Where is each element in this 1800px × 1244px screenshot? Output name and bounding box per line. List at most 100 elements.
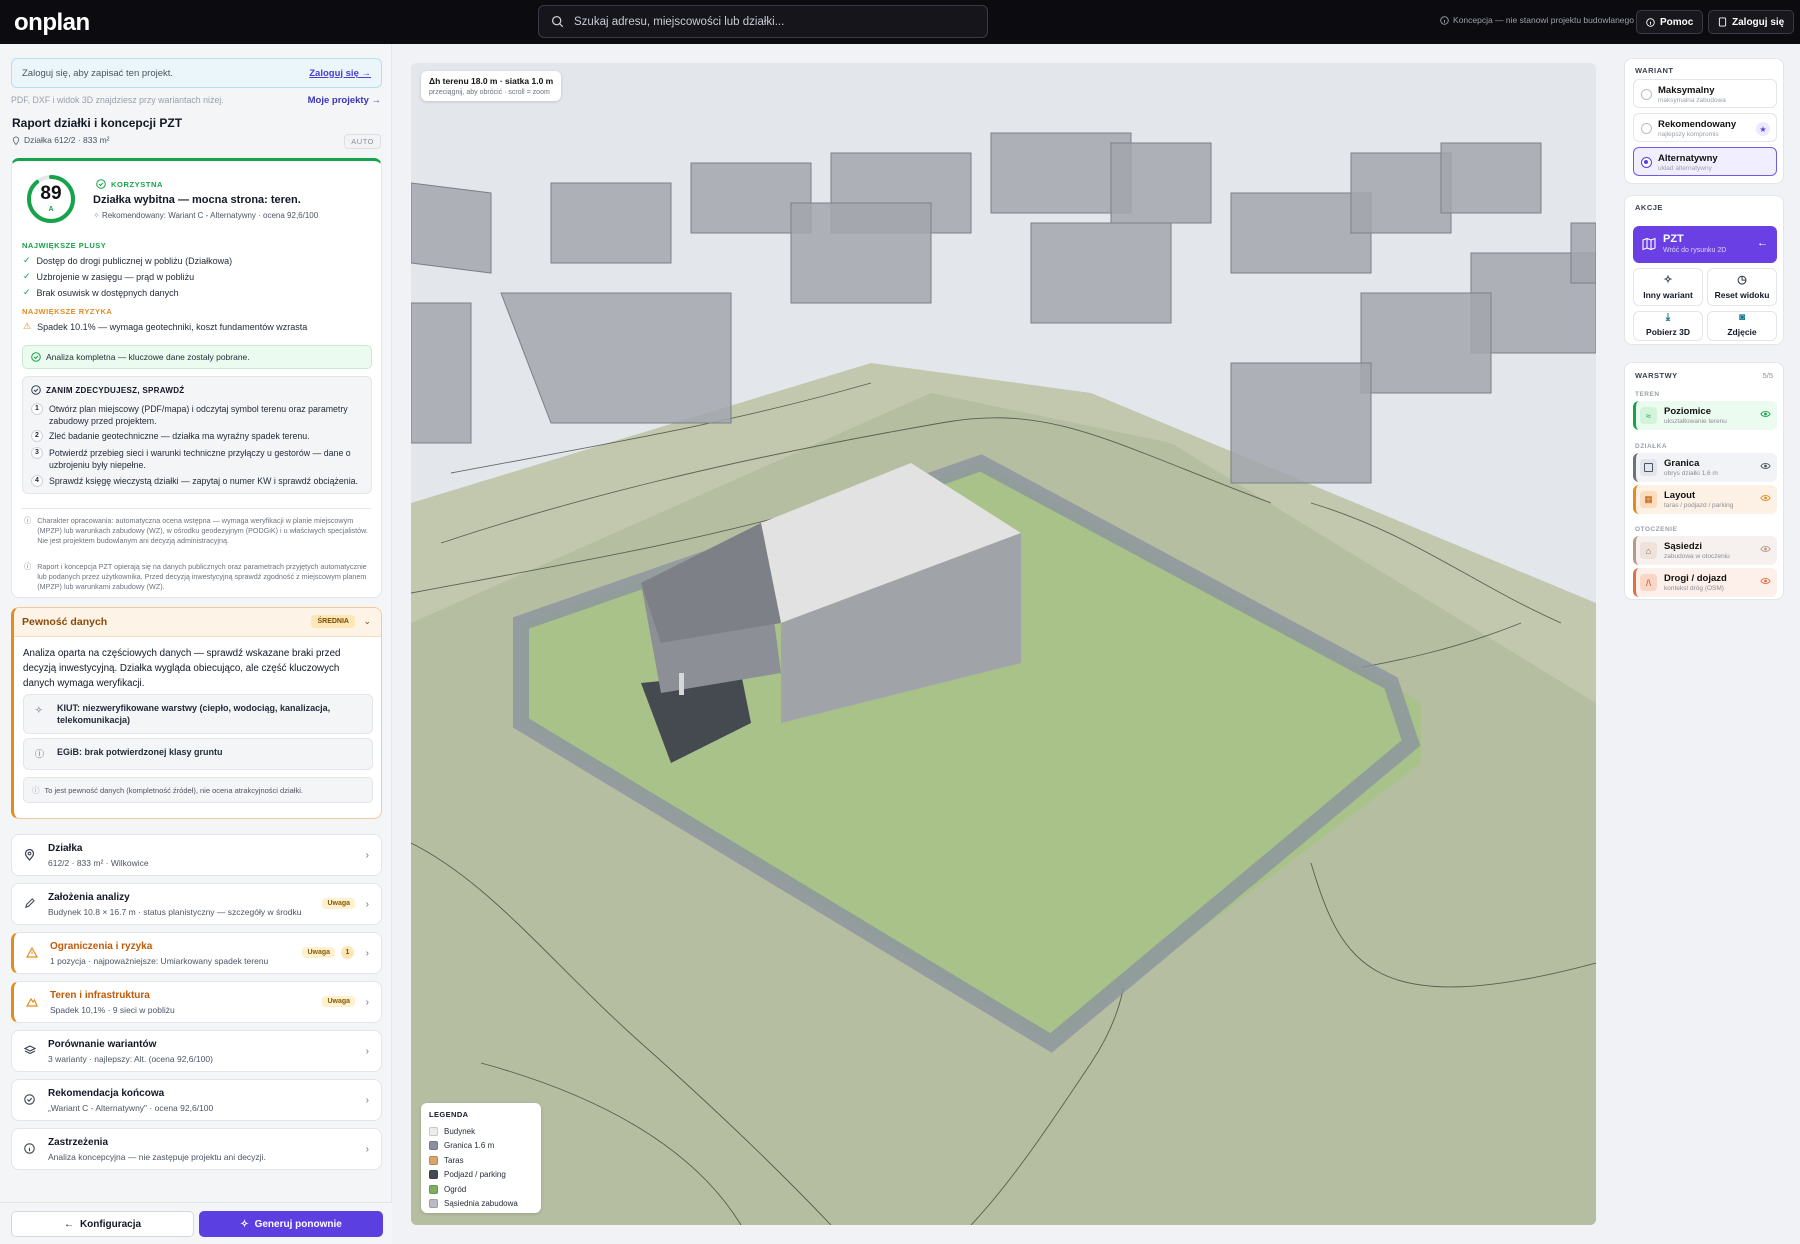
variant-option-max[interactable]: Maksymalny maksymalna zabudowa — [1633, 79, 1777, 108]
warning-icon: ⚠ — [23, 321, 32, 331]
pzt-title: PZT — [1663, 233, 1684, 245]
radio-button[interactable] — [1641, 157, 1652, 168]
actions-panel: AKCJE PZT Wróć do rysunku 2D ← ✧ Inny wa… — [1624, 195, 1784, 345]
section-title: Działka — [48, 843, 83, 854]
section-dzialka[interactable]: Działka 612/2 · 833 m² · Wilkowice › — [11, 834, 382, 876]
check-circle-icon — [31, 385, 41, 395]
plus-item: ✓ Dostęp do drogi publicznej w pobliżu (D… — [23, 255, 232, 266]
section-variants[interactable]: Porównanie wariantów 3 warianty · najlep… — [11, 1030, 382, 1072]
logo[interactable]: onplan — [14, 9, 90, 37]
eye-icon[interactable] — [1760, 545, 1771, 553]
data-confidence-title: Pewność danych — [22, 616, 108, 628]
help-icon — [1646, 17, 1655, 27]
section-title: Zastrzeżenia — [48, 1137, 109, 1148]
layer-contours[interactable]: ≈ Poziomice ukształtowanie terenu — [1633, 401, 1777, 430]
concept-note-text: Koncepcja — nie stanowi projektu budowla… — [1453, 15, 1634, 25]
check-icon: ✓ — [23, 287, 31, 297]
before-decision-checklist: ZANIM ZDECYDUJESZ, SPRAWDŹ 1 Otwórz plan … — [22, 376, 372, 494]
map-icon — [1642, 237, 1656, 251]
layer-neighbours[interactable]: ⌂ Sąsiedzi zabudowa w otoczeniu — [1633, 536, 1777, 565]
mountain-icon — [26, 997, 38, 1007]
pencil-icon — [25, 898, 35, 908]
risk-item: ⚠ Spadek 10.1% — wymaga geotechniki, kosz… — [23, 321, 307, 332]
score-grade: A — [48, 206, 54, 213]
layer-layout[interactable]: ▦ Layout taras / podjazd / parking — [1633, 485, 1777, 514]
eye-icon[interactable] — [1760, 494, 1771, 502]
disclaimer: ⓘ Raport i koncepcja PZT opierają się na … — [24, 562, 374, 592]
3d-scene[interactable] — [411, 63, 1596, 1225]
chevron-right-icon: › — [365, 948, 369, 959]
3d-viewport[interactable]: Δh terenu 18.0 m · siatka 1.0 m przeciąg… — [411, 63, 1596, 1225]
camera-icon: ◙ — [1738, 312, 1746, 323]
regenerate-button[interactable]: ✧ Generuj ponownie — [199, 1211, 383, 1237]
layer-boundary[interactable]: Granica obrys działki 1.6 m — [1633, 453, 1777, 482]
disclaimer: ⓘ Charakter opracowania: automatyczna oce… — [24, 516, 374, 546]
arrow-left-icon: ← — [63, 1218, 74, 1230]
section-subtitle: Spadek 10,1% · 9 sieci w pobliżu — [50, 1005, 175, 1015]
road-icon: /\ — [1640, 574, 1657, 591]
layer-roads[interactable]: /\ Drogi / dojazd kontekst dróg (OSM) — [1633, 568, 1777, 597]
radio-button[interactable] — [1641, 123, 1652, 134]
checklist-item: 3 Potwierdź przebieg sieci i warunki tech… — [31, 447, 365, 471]
eye-icon[interactable] — [1760, 462, 1771, 470]
chevron-down-icon[interactable]: ⌄ — [363, 616, 371, 627]
item-text: Zleć badanie geotechniczne — działka ma … — [49, 431, 310, 441]
help-button[interactable]: Pomoc — [1636, 10, 1704, 34]
recommended-text: Rekomendowany: Wariant C - Alternatywny … — [101, 211, 319, 220]
photo-button[interactable]: ◙ Zdjęcie — [1707, 311, 1777, 341]
legend-item: Budynek — [429, 1124, 533, 1139]
report-title: Raport działki i koncepcji PZT — [12, 116, 183, 130]
document-icon — [1718, 17, 1727, 27]
terrain-delta-text: Δh terenu 18.0 m · siatka 1.0 m — [429, 76, 554, 86]
confidence-badge: ŚREDNIA — [311, 615, 355, 628]
pdf-note: PDF, DXF i widok 3D znajdziesz przy wari… — [11, 95, 224, 105]
section-terrain[interactable]: Teren i infrastruktura Spadek 10,1% · 9 … — [11, 981, 382, 1023]
search-input[interactable]: Szukaj adresu, miejscowości lub działki.… — [538, 5, 988, 38]
missing-data-text: EGiB: brak potwierdzonej klasy gruntu — [57, 747, 223, 757]
divider — [22, 508, 372, 509]
bottom-action-bar: ← Konfiguracja ✧ Generuj ponownie — [0, 1202, 392, 1244]
download-3d-label: Pobierz 3D — [1646, 327, 1690, 337]
section-recommendation[interactable]: Rekomendacja końcowa „Wariant C - Altern… — [11, 1079, 382, 1121]
section-disclaimers[interactable]: Zastrzeżenia Analiza koncepcyjna — nie z… — [11, 1128, 382, 1170]
pin-icon — [12, 136, 20, 145]
login-button[interactable]: Zaloguj się — [1708, 10, 1795, 34]
legend-title: LEGENDA — [429, 1110, 469, 1119]
eye-icon[interactable] — [1760, 410, 1771, 418]
report-sidebar: Zaloguj się, aby zapisać ten projekt. Za… — [0, 44, 392, 1244]
pzt-button[interactable]: PZT Wróć do rysunku 2D ← — [1633, 226, 1777, 263]
sparkle-icon: ✧ — [1663, 274, 1673, 286]
configuration-button[interactable]: ← Konfiguracja — [11, 1211, 194, 1237]
disclaimer-text: Charakter opracowania: automatyczna ocen… — [37, 516, 368, 545]
section-risks[interactable]: Ograniczenia i ryzyka 1 pozycja · najpow… — [11, 932, 382, 974]
eye-icon[interactable] — [1760, 577, 1771, 585]
warning-badge: Uwaga — [322, 996, 355, 1007]
layer-name: Drogi / dojazd — [1664, 573, 1727, 584]
recommended-line: ✧ Rekomendowany: Wariant C - Alternatywn… — [93, 211, 318, 220]
info-icon: ⓘ — [24, 562, 32, 571]
my-projects-link[interactable]: Moje projekty → — [308, 95, 381, 106]
report-summary-card: 89 A KORZYSTNA Działka wybitna — mocna s… — [11, 158, 382, 598]
item-number: 3 — [31, 447, 43, 459]
item-text: Potwierdź przebieg sieci i warunki techn… — [49, 448, 351, 470]
check-circle-icon — [24, 1094, 35, 1105]
legend-swatch — [429, 1141, 438, 1151]
verdict-text: KORZYSTNA — [111, 179, 164, 189]
variant-option-alternative[interactable]: Alternatywny układ alternatywny — [1633, 147, 1777, 176]
reset-view-label: Reset widoku — [1714, 290, 1770, 300]
disclaimer-text: Raport i koncepcja PZT opierają się na d… — [37, 562, 367, 591]
check-icon: ✓ — [23, 271, 31, 281]
radio-button[interactable] — [1641, 89, 1652, 100]
layer-group-terrain: TEREN — [1635, 391, 1660, 398]
info-icon — [24, 1143, 35, 1154]
item-text: Otwórz plan miejscowy (PDF/mapa) i odczy… — [49, 404, 348, 426]
login-link[interactable]: Zaloguj się → — [309, 68, 371, 79]
legend-swatch — [429, 1199, 438, 1209]
section-assumptions[interactable]: Założenia analizy Budynek 10.8 × 16.7 m … — [11, 883, 382, 925]
reset-view-button[interactable]: ◷ Reset widoku — [1707, 268, 1777, 306]
other-variant-button[interactable]: ✧ Inny wariant — [1633, 268, 1703, 306]
plus-text: Dostęp do drogi publicznej w pobliżu (Dz… — [36, 255, 233, 266]
download-3d-button[interactable]: ⤓ Pobierz 3D — [1633, 311, 1703, 341]
search-icon — [551, 15, 564, 28]
variant-option-recommended[interactable]: Rekomendowany najlepszy kompromis ★ — [1633, 113, 1777, 142]
